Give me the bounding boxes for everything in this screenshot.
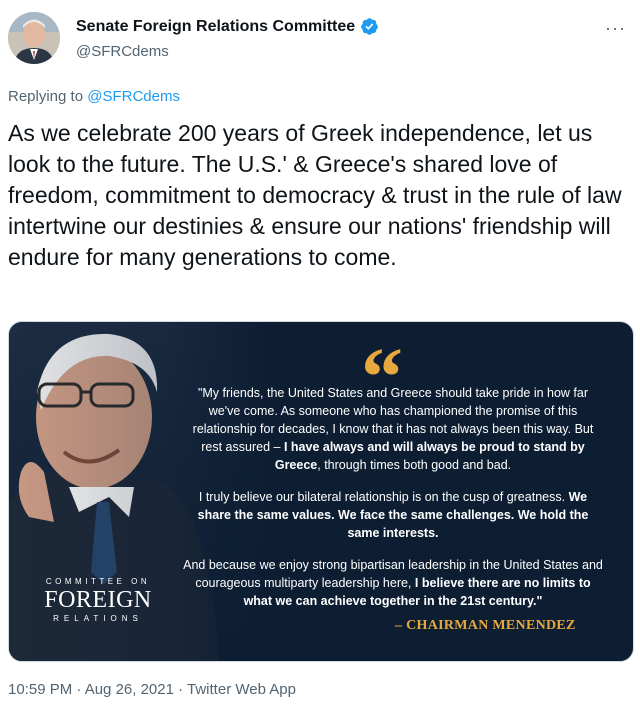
committee-logo: COMMITTEE ON FOREIGN RELATIONS bbox=[33, 577, 163, 623]
avatar[interactable] bbox=[8, 12, 60, 64]
quote-block: "My friends, the United States and Greec… bbox=[181, 384, 605, 624]
quote-paragraph-2: I truly believe our bilateral relationsh… bbox=[181, 488, 605, 542]
logo-bottom-text: RELATIONS bbox=[53, 614, 143, 623]
more-horizontal-icon[interactable]: ··· bbox=[605, 18, 626, 39]
tweet-media-image[interactable]: COMMITTEE ON FOREIGN RELATIONS “ "My fri… bbox=[8, 321, 634, 662]
reply-target-link[interactable]: @SFRCdems bbox=[87, 88, 180, 105]
verified-badge-icon bbox=[361, 18, 378, 35]
author-handle[interactable]: @SFRCdems bbox=[76, 43, 169, 60]
quote-text: I truly believe our bilateral relationsh… bbox=[198, 490, 566, 504]
quote-paragraph-1: "My friends, the United States and Greec… bbox=[181, 384, 605, 474]
tweet-header: Senate Foreign Relations Committee @SFRC… bbox=[8, 12, 632, 68]
quote-paragraph-3: And because we enjoy strong bipartisan l… bbox=[181, 556, 605, 610]
logo-top-text: COMMITTEE ON bbox=[45, 577, 151, 586]
quote-text: , through times both good and bad. bbox=[317, 458, 512, 472]
avatar-photo-icon bbox=[8, 12, 60, 64]
author-name-row[interactable]: Senate Foreign Relations Committee bbox=[76, 17, 379, 36]
logo-main-text: FOREIGN bbox=[44, 587, 152, 613]
display-name[interactable]: Senate Foreign Relations Committee bbox=[76, 18, 355, 36]
quote-attribution: – CHAIRMAN MENENDEZ bbox=[395, 618, 576, 633]
tweet-timestamp[interactable]: 10:59 PM · Aug 26, 2021 · Twitter Web Ap… bbox=[8, 681, 296, 698]
replying-prefix: Replying to bbox=[8, 88, 84, 105]
tweet-text: As we celebrate 200 years of Greek indep… bbox=[8, 120, 622, 270]
replying-to: Replying to @SFRCdems bbox=[8, 88, 180, 105]
